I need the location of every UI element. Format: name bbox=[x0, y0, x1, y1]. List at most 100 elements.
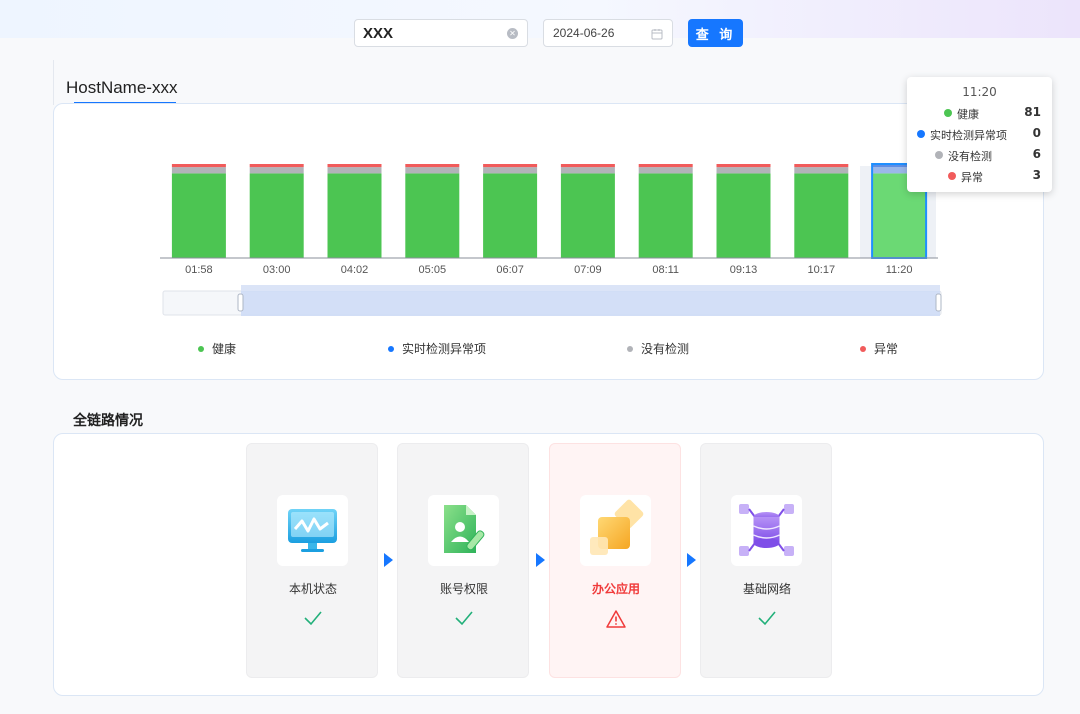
x-tick-label: 09:13 bbox=[730, 264, 758, 276]
chart-tooltip: 11:20 健康 81 实时检测异常项 0 没有检测 6 异常 3 bbox=[907, 77, 1052, 192]
legend-item-realtime[interactable]: 实时检测异常项 bbox=[388, 340, 486, 357]
tooltip-label: 没有检测 bbox=[948, 150, 992, 163]
bar-segment[interactable] bbox=[716, 167, 771, 174]
zoom-slider-handle-right[interactable] bbox=[935, 293, 942, 312]
bar-segment[interactable] bbox=[483, 173, 538, 258]
tooltip-dot bbox=[944, 109, 952, 117]
tooltip-dot bbox=[935, 151, 943, 159]
link-card-local-status[interactable]: 本机状态 bbox=[246, 443, 378, 678]
bar-segment[interactable] bbox=[249, 164, 304, 168]
date-value: 2024-06-26 bbox=[553, 26, 615, 40]
x-tick-label: 04:02 bbox=[341, 264, 369, 276]
hostname-search-box[interactable]: ✕ bbox=[354, 19, 528, 47]
x-tick-label: 03:00 bbox=[263, 264, 291, 276]
legend-item-abnormal[interactable]: 异常 bbox=[860, 340, 898, 357]
bar-segment[interactable] bbox=[638, 164, 693, 168]
bar-segment[interactable] bbox=[327, 167, 382, 174]
tooltip-dot bbox=[917, 130, 925, 138]
bar-segment[interactable] bbox=[716, 173, 771, 258]
legend-label: 没有检测 bbox=[641, 342, 690, 356]
zoom-slider-top-band bbox=[241, 285, 940, 291]
tooltip-row-nodetect: 没有检测 6 bbox=[907, 146, 1052, 164]
bar-segment[interactable] bbox=[327, 173, 382, 258]
database-network-icon bbox=[739, 504, 794, 556]
tooltip-value: 6 bbox=[1032, 147, 1041, 161]
bar-segment[interactable] bbox=[405, 167, 460, 174]
legend-dot bbox=[627, 345, 633, 352]
bar-segment[interactable] bbox=[171, 173, 226, 258]
card-label: 本机状态 bbox=[288, 582, 337, 596]
bar-segment[interactable] bbox=[249, 173, 304, 258]
calendar-icon bbox=[651, 29, 663, 40]
bar-segment[interactable] bbox=[560, 167, 615, 174]
tooltip-row-healthy: 健康 81 bbox=[907, 104, 1052, 122]
link-card-office-app[interactable]: 办公应用 bbox=[549, 443, 681, 678]
bar-segment[interactable] bbox=[483, 167, 538, 174]
bar-segment[interactable] bbox=[483, 164, 538, 168]
legend-dot bbox=[198, 345, 204, 352]
flow-arrow-icon bbox=[384, 553, 393, 567]
link-card-account-permission[interactable]: 账号权限 bbox=[397, 443, 529, 678]
bar-segment[interactable] bbox=[638, 167, 693, 174]
legend-item-healthy[interactable]: 健康 bbox=[198, 340, 236, 357]
card-label: 账号权限 bbox=[439, 582, 488, 596]
bar-segment[interactable] bbox=[560, 173, 615, 258]
bar-segment[interactable] bbox=[794, 164, 849, 168]
top-bar bbox=[0, 0, 1080, 38]
warning-icon bbox=[606, 610, 626, 628]
x-tick-label: 06:07 bbox=[496, 264, 524, 276]
bar-segment[interactable] bbox=[794, 167, 849, 174]
monitor-icon bbox=[288, 509, 337, 552]
bar-segment[interactable] bbox=[327, 164, 382, 168]
legend-label: 实时检测异常项 bbox=[402, 342, 487, 356]
hostname-search-input[interactable] bbox=[363, 21, 493, 45]
x-tick-label: 01:58 bbox=[185, 264, 213, 276]
check-icon bbox=[304, 611, 322, 626]
date-picker[interactable]: 2024-06-26 bbox=[543, 19, 673, 47]
tooltip-row-realtime: 实时检测异常项 0 bbox=[907, 125, 1052, 143]
bar-segment[interactable] bbox=[171, 167, 226, 174]
card-label: 基础网络 bbox=[742, 582, 791, 596]
bar-segment[interactable] bbox=[405, 164, 460, 168]
host-title-tab[interactable]: HostName-xxx bbox=[66, 78, 177, 98]
account-document-icon bbox=[444, 505, 485, 553]
legend-item-nodetect[interactable]: 没有检测 bbox=[627, 340, 689, 357]
x-tick-label: 07:09 bbox=[574, 264, 602, 276]
office-app-icon bbox=[590, 499, 644, 555]
icon-box bbox=[428, 495, 499, 566]
check-icon bbox=[758, 611, 776, 626]
bar-segment[interactable] bbox=[638, 173, 693, 258]
tooltip-row-abnormal: 异常 3 bbox=[907, 167, 1052, 185]
tooltip-value: 0 bbox=[1032, 126, 1041, 140]
clear-icon[interactable]: ✕ bbox=[507, 28, 518, 39]
tooltip-value: 81 bbox=[1024, 105, 1041, 119]
link-card-base-network[interactable]: 基础网络 bbox=[700, 443, 832, 678]
flow-arrow-icon bbox=[687, 553, 696, 567]
x-tick-label: 08:11 bbox=[652, 264, 679, 276]
panel-edge bbox=[53, 60, 54, 105]
bar-segment[interactable] bbox=[249, 167, 304, 174]
card-label: 办公应用 bbox=[591, 582, 640, 596]
legend-dot bbox=[388, 345, 394, 352]
bar-segment[interactable] bbox=[560, 164, 615, 168]
x-tick-label: 10:17 bbox=[808, 264, 836, 276]
bar-segment[interactable] bbox=[716, 164, 771, 168]
tooltip-label: 异常 bbox=[961, 171, 983, 184]
check-icon bbox=[455, 611, 473, 626]
link-section-title: 全链路情况 bbox=[73, 413, 143, 429]
tooltip-dot bbox=[948, 172, 956, 180]
icon-box bbox=[277, 495, 348, 566]
tooltip-label: 健康 bbox=[957, 108, 979, 121]
legend-dot bbox=[860, 345, 866, 352]
legend-label: 健康 bbox=[212, 342, 237, 356]
zoom-slider-handle-left[interactable] bbox=[237, 293, 244, 312]
bar-segment[interactable] bbox=[794, 173, 849, 258]
tooltip-label: 实时检测异常项 bbox=[930, 129, 1007, 142]
flow-arrow-icon bbox=[536, 553, 545, 567]
legend-label: 异常 bbox=[874, 342, 899, 356]
bar-segment[interactable] bbox=[405, 173, 460, 258]
query-button[interactable]: 查 询 bbox=[688, 19, 743, 47]
tooltip-value: 3 bbox=[1032, 168, 1041, 182]
icon-box bbox=[731, 495, 802, 566]
bar-segment[interactable] bbox=[171, 164, 226, 168]
